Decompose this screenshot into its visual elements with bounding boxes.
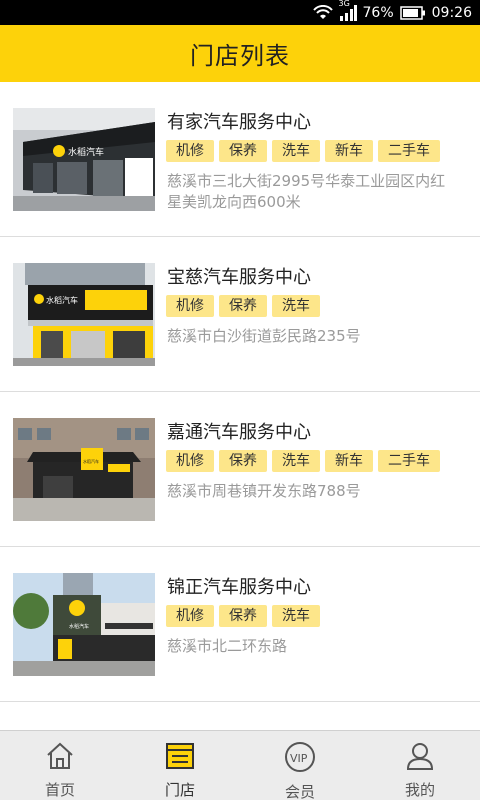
store-name: 嘉通汽车服务中心 (167, 422, 311, 443)
vip-icon: VIP (284, 741, 316, 773)
service-tags: 机修 保养 洗车 新车 二手车 (166, 450, 440, 472)
store-item[interactable]: 水稻汽车 锦正汽车服务中心 机修 保养 洗车 慈溪市北二环东路 (0, 547, 480, 702)
store-address: 慈溪市北二环东路 (167, 637, 288, 655)
store-address: 慈溪市周巷镇开发东路788号 (167, 482, 361, 500)
store-item[interactable]: 水稻汽车 有家汽车服务中心 机修 保养 洗车 新车 二手车 慈溪市三北大街299… (0, 82, 480, 237)
store-sign: 水稻汽车 (68, 146, 104, 158)
store-item[interactable]: 水稻汽车 宝慈汽车服务中心 机修 保养 洗车 慈溪市白沙街道彭民路235号 (0, 237, 480, 392)
store-list-icon (164, 741, 196, 771)
svg-text:VIP: VIP (290, 752, 308, 765)
store-address: 慈溪市白沙街道彭民路235号 (167, 327, 361, 345)
service-tag: 保养 (219, 450, 267, 472)
service-tags: 机修 保养 洗车 (166, 295, 320, 317)
service-tag: 洗车 (272, 450, 320, 472)
battery-percent: 76% (362, 4, 394, 21)
network-type: 3G (338, 0, 350, 8)
status-bar: 3G 76% 09:26 (0, 0, 480, 25)
signal-icon: 3G (339, 0, 357, 21)
service-tag: 二手车 (378, 450, 440, 472)
tab-vip[interactable]: VIP 会员 (240, 731, 360, 801)
store-name: 锦正汽车服务中心 (167, 577, 311, 598)
store-photo: 水稻汽车 (13, 573, 155, 676)
service-tag: 新车 (325, 450, 373, 472)
service-tag: 保养 (219, 140, 267, 162)
service-tag: 机修 (166, 295, 214, 317)
store-sign: 水稻汽车 (46, 295, 78, 305)
tab-store[interactable]: 门店 (120, 731, 240, 800)
store-name: 有家汽车服务中心 (167, 112, 311, 133)
service-tag: 保养 (219, 605, 267, 627)
store-sign: 水稻汽车 (69, 623, 89, 630)
service-tag: 新车 (325, 140, 373, 162)
tab-label: 首页 (44, 781, 75, 799)
store-item[interactable]: 水稻汽车 嘉通汽车服务中心 机修 保养 洗车 新车 二手车 慈溪市周巷镇开发东路… (0, 392, 480, 547)
clock: 09:26 (431, 4, 472, 21)
tab-label: 门店 (164, 781, 195, 799)
store-name: 宝慈汽车服务中心 (167, 267, 311, 288)
service-tags: 机修 保养 洗车 (166, 605, 320, 627)
tab-home[interactable]: 首页 (0, 731, 120, 800)
service-tag: 保养 (219, 295, 267, 317)
profile-icon (404, 741, 436, 771)
service-tag: 洗车 (272, 295, 320, 317)
store-list[interactable]: 水稻汽车 有家汽车服务中心 机修 保养 洗车 新车 二手车 慈溪市三北大街299… (0, 82, 480, 730)
battery-icon (399, 5, 426, 20)
service-tag: 洗车 (272, 140, 320, 162)
page-title: 门店列表 (190, 42, 290, 70)
service-tag: 二手车 (378, 140, 440, 162)
service-tag: 机修 (166, 140, 214, 162)
store-photo: 水稻汽车 (13, 108, 155, 211)
app-header: 门店列表 (0, 25, 480, 82)
tab-profile[interactable]: 我的 (360, 731, 480, 800)
service-tag: 洗车 (272, 605, 320, 627)
store-sign: 水稻汽车 (83, 458, 99, 464)
tab-label: 我的 (404, 781, 435, 799)
bottom-tab-bar: 首页 门店 VIP 会员 我的 (0, 730, 480, 801)
service-tag: 机修 (166, 605, 214, 627)
wifi-icon (312, 4, 333, 21)
store-address: 慈溪市三北大街2995号华泰工业园区内红星美凯龙向西600米 (167, 172, 446, 211)
store-photo: 水稻汽车 (13, 418, 155, 521)
home-icon (44, 741, 76, 771)
tab-label: 会员 (284, 783, 315, 801)
service-tag: 机修 (166, 450, 214, 472)
service-tags: 机修 保养 洗车 新车 二手车 (166, 140, 440, 162)
store-photo: 水稻汽车 (13, 263, 155, 366)
